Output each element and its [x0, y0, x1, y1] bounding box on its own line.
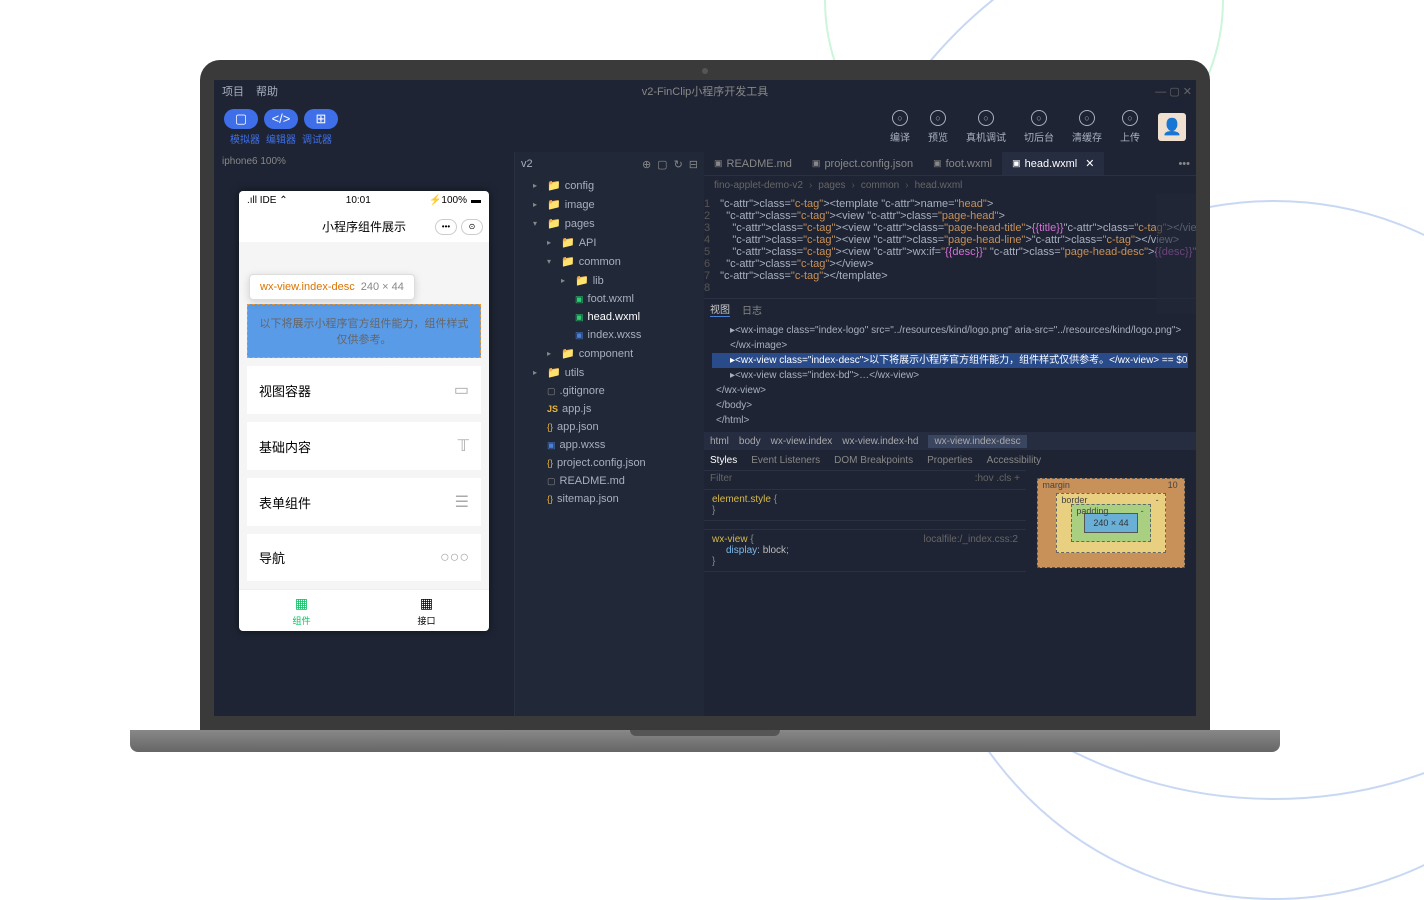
- tree-node-index.wxss[interactable]: ▣index.wxss: [515, 326, 704, 344]
- css-rule[interactable]: localfile:/_index.css:2wx-view {display:…: [704, 530, 1026, 572]
- tree-node-pages[interactable]: ▾📁pages: [515, 214, 704, 233]
- highlighted-element[interactable]: 以下将展示小程序官方组件能力，组件样式仅供参考。: [247, 304, 481, 358]
- user-avatar[interactable]: 👤: [1158, 113, 1186, 141]
- phone-battery: ⚡100%▬: [429, 195, 481, 206]
- tree-node-common[interactable]: ▾📁common: [515, 252, 704, 271]
- box-model-content: 240 × 44: [1084, 513, 1137, 533]
- app-window: 项目 帮助 v2-FinClip小程序开发工具 — ▢ ✕ ▢</>⊞ 模拟器编…: [214, 80, 1196, 716]
- styles-filter-input[interactable]: Filter: [710, 473, 732, 487]
- phone-tab-组件[interactable]: ▦组件: [239, 590, 364, 631]
- devtools-tab-view[interactable]: 视图: [710, 301, 730, 317]
- refresh-icon[interactable]: ↻: [674, 158, 683, 171]
- window-controls[interactable]: — ▢ ✕: [1155, 85, 1192, 98]
- editor-tab-project.config.json[interactable]: ▣project.config.json: [802, 152, 923, 175]
- dom-breadcrumb[interactable]: htmlbodywx-view.indexwx-view.index-hdwx-…: [704, 432, 1196, 450]
- css-rule[interactable]: element.style {}: [704, 490, 1026, 521]
- phone-preview: .ıll IDE ⌃ 10:01 ⚡100%▬ 小程序组件展示 ••• ⊙: [239, 191, 489, 631]
- action-真机调试[interactable]: ○真机调试: [966, 110, 1006, 144]
- styles-panel[interactable]: Filter :hov .cls + element.style {}</spa…: [704, 470, 1026, 716]
- styles-tab-Event Listeners[interactable]: Event Listeners: [751, 455, 820, 466]
- phone-carrier: .ıll IDE ⌃: [247, 195, 288, 206]
- styles-tab-Styles[interactable]: Styles: [710, 455, 737, 466]
- mode-调试器[interactable]: ⊞: [304, 109, 338, 129]
- tree-node-component[interactable]: ▸📁component: [515, 344, 704, 363]
- new-folder-icon[interactable]: ▢: [657, 158, 667, 171]
- styles-tab-Properties[interactable]: Properties: [927, 455, 973, 466]
- new-file-icon[interactable]: ⊕: [642, 158, 651, 171]
- phone-time: 10:01: [346, 195, 371, 206]
- menubar: 项目 帮助 v2-FinClip小程序开发工具 — ▢ ✕: [214, 80, 1196, 102]
- tree-node-API[interactable]: ▸📁API: [515, 233, 704, 252]
- file-explorer: v2 ⊕ ▢ ↻ ⊟ ▸📁config▸📁image▾📁pages▸📁API▾📁…: [514, 152, 704, 716]
- tabs-overflow-icon[interactable]: •••: [1172, 158, 1196, 170]
- minimap[interactable]: [1156, 194, 1196, 314]
- phone-close-icon[interactable]: ⊙: [461, 219, 483, 235]
- tree-node-utils[interactable]: ▸📁utils: [515, 363, 704, 382]
- styles-filter-controls[interactable]: :hov .cls +: [975, 473, 1020, 487]
- phone-menu-icon[interactable]: •••: [435, 219, 457, 235]
- tree-node-foot.wxml[interactable]: ▣foot.wxml: [515, 290, 704, 308]
- tree-node-image[interactable]: ▸📁image: [515, 195, 704, 214]
- inspector-tooltip: wx-view.index-desc240 × 44: [249, 274, 415, 300]
- css-rule[interactable]: </span><span class="sel">.index-desc</sp…: [704, 521, 1026, 530]
- dom-inspector[interactable]: ▸<wx-image class="index-logo" src="../re…: [704, 319, 1196, 432]
- action-编译[interactable]: ○编译: [890, 110, 910, 144]
- tree-node-.gitignore[interactable]: ▢.gitignore: [515, 382, 704, 400]
- action-预览[interactable]: ○预览: [928, 110, 948, 144]
- tree-node-config[interactable]: ▸📁config: [515, 176, 704, 195]
- toolbar: ▢</>⊞ 模拟器编辑器调试器 ○编译○预览○真机调试○切后台○清缓存○上传👤: [214, 102, 1196, 152]
- editor-tab-foot.wxml[interactable]: ▣foot.wxml: [923, 152, 1002, 175]
- styles-tab-DOM Breakpoints[interactable]: DOM Breakpoints: [834, 455, 913, 466]
- simulator-device-info: iphone6 100%: [214, 152, 514, 171]
- editor-area: ▣README.md▣project.config.json▣foot.wxml…: [704, 152, 1196, 716]
- editor-tab-head.wxml[interactable]: ▣head.wxml✕: [1002, 152, 1104, 175]
- box-model: margin 10 border - padding - 240 × 4: [1026, 470, 1196, 716]
- window-title: v2-FinClip小程序开发工具: [642, 83, 769, 99]
- laptop-frame: 项目 帮助 v2-FinClip小程序开发工具 — ▢ ✕ ▢</>⊞ 模拟器编…: [180, 60, 1230, 780]
- mode-编辑器[interactable]: </>: [264, 109, 298, 129]
- styles-tab-Accessibility[interactable]: Accessibility: [987, 455, 1041, 466]
- action-上传[interactable]: ○上传: [1120, 110, 1140, 144]
- close-icon[interactable]: ✕: [1085, 157, 1094, 170]
- mode-模拟器[interactable]: ▢: [224, 109, 258, 129]
- tree-node-app.json[interactable]: {}app.json: [515, 418, 704, 436]
- action-切后台[interactable]: ○切后台: [1024, 110, 1054, 144]
- action-清缓存[interactable]: ○清缓存: [1072, 110, 1102, 144]
- tree-node-README.md[interactable]: ▢README.md: [515, 472, 704, 490]
- list-item[interactable]: 导航○○○: [247, 534, 481, 581]
- tree-node-head.wxml[interactable]: ▣head.wxml: [515, 308, 704, 326]
- editor-tab-README.md[interactable]: ▣README.md: [704, 152, 802, 175]
- collapse-icon[interactable]: ⊟: [689, 158, 698, 171]
- list-item[interactable]: 视图容器▭: [247, 366, 481, 414]
- menu-project[interactable]: 项目: [222, 83, 244, 99]
- tree-node-app.js[interactable]: JSapp.js: [515, 400, 704, 418]
- phone-nav-title: 小程序组件展示: [322, 218, 406, 235]
- project-root[interactable]: v2: [521, 158, 533, 170]
- tree-node-lib[interactable]: ▸📁lib: [515, 271, 704, 290]
- code-editor[interactable]: 12345678 "c-attr">class="c-tag"><templat…: [704, 194, 1196, 298]
- list-item[interactable]: 基础内容𝕋: [247, 422, 481, 470]
- menu-help[interactable]: 帮助: [256, 83, 278, 99]
- list-item[interactable]: 表单组件☰: [247, 478, 481, 526]
- phone-tab-接口[interactable]: ▦接口: [364, 590, 489, 631]
- devtools-panel: 视图 日志 ▸<wx-image class="index-logo" src=…: [704, 298, 1196, 716]
- breadcrumb: fino-applet-demo-v2›pages›common›head.wx…: [704, 176, 1196, 194]
- simulator-panel: iphone6 100% .ıll IDE ⌃ 10:01 ⚡100%▬ 小程序…: [214, 152, 514, 716]
- devtools-tab-log[interactable]: 日志: [742, 302, 762, 317]
- tree-node-app.wxss[interactable]: ▣app.wxss: [515, 436, 704, 454]
- tree-node-project.config.json[interactable]: {}project.config.json: [515, 454, 704, 472]
- tree-node-sitemap.json[interactable]: {}sitemap.json: [515, 490, 704, 508]
